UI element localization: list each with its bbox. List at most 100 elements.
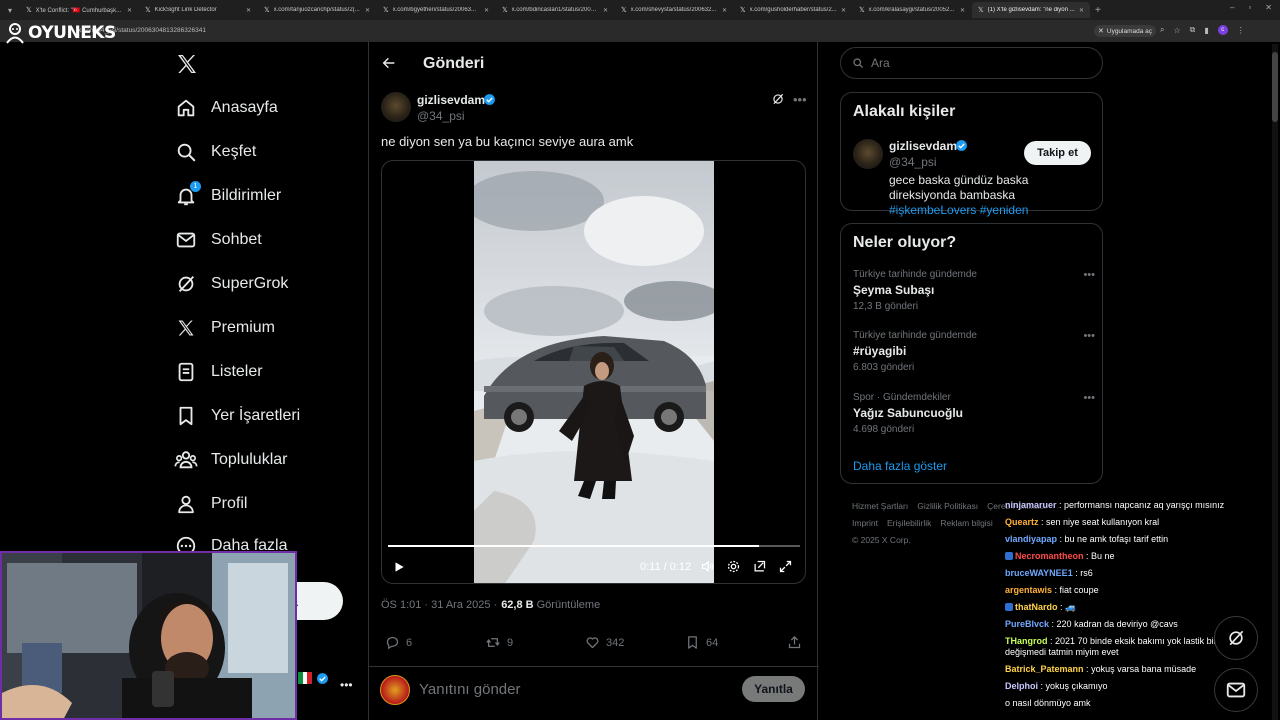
hashtag-link[interactable]: #işkembeLovers [889, 203, 976, 217]
settings-gear-icon[interactable] [726, 559, 741, 579]
trend-item[interactable]: Türkiye tarihinde gündemde #rüyagibi 6.8… [853, 330, 1095, 373]
pip-icon[interactable] [752, 559, 767, 579]
follow-button[interactable]: Takip et [1024, 141, 1091, 165]
tab-close-icon[interactable]: ✕ [1079, 7, 1084, 14]
footer-privacy-link[interactable]: Gizlilik Politikası [917, 501, 978, 511]
browser-tab[interactable]: 𝕏x.com/bgyetheri/status/20063... ✕ [377, 2, 495, 18]
hashtag-link[interactable]: #yeniden [980, 203, 1029, 217]
nav-label-communities: Topluluklar [211, 451, 288, 468]
share-button[interactable] [787, 635, 802, 650]
nav-item-explore[interactable]: Keşfet [174, 134, 354, 170]
footer-ads-link[interactable]: Reklam bilgisi [940, 518, 992, 528]
account-menu-button[interactable]: ••• [340, 678, 353, 692]
tab-close-icon[interactable]: ✕ [365, 7, 370, 14]
related-verified-icon [955, 139, 968, 157]
search-icon [174, 140, 198, 164]
tab-close-icon[interactable]: ✕ [722, 7, 727, 14]
footer-terms-link[interactable]: Hizmet Şartları [852, 501, 908, 511]
reply-submit-button[interactable]: Yanıtla [742, 676, 805, 702]
heart-icon [586, 637, 599, 649]
related-handle[interactable]: @34_psi [889, 155, 937, 169]
tab-close-icon[interactable]: ✕ [603, 7, 608, 14]
nav-item-supergrok[interactable]: SuperGrok [174, 266, 354, 302]
x-logo-icon[interactable] [175, 52, 199, 81]
chat-separator: : [1049, 619, 1057, 629]
trend-more-icon[interactable]: ••• [1083, 392, 1095, 404]
footer-accessibility-link[interactable]: Erişilebilirlik [887, 518, 931, 528]
browser-menu-icon[interactable]: ⋮ [1237, 26, 1245, 35]
trend-item[interactable]: Spor · Gündemdekiler Yağız Sabuncuoğlu 4… [853, 392, 1095, 435]
play-icon[interactable] [392, 560, 406, 579]
post-more-icon[interactable]: ••• [793, 92, 807, 107]
related-name[interactable]: gizlisevdam [889, 139, 957, 153]
page-scrollbar[interactable] [1272, 44, 1278, 720]
extensions-icon[interactable]: ⧉ [1190, 25, 1196, 35]
browser-tab[interactable]: 𝕏x.com/tanjuozcanchp/status/2(... ✕ [258, 2, 376, 18]
trend-more-icon[interactable]: ••• [1083, 330, 1095, 342]
nav-item-communities[interactable]: Topluluklar [174, 442, 354, 478]
new-tab-button[interactable]: + [1095, 5, 1101, 16]
chat-separator: : [1047, 636, 1056, 646]
nav-item-chat[interactable]: Sohbet [174, 222, 354, 258]
fullscreen-icon[interactable] [778, 559, 793, 579]
tab-list-menu-button[interactable]: ▾ [0, 0, 20, 20]
close-window-icon[interactable]: ✕ [1265, 3, 1272, 12]
nav-label-profile: Profil [211, 495, 248, 512]
nav-item-profile[interactable]: Profil [174, 486, 354, 522]
search-input[interactable]: Ara [840, 47, 1103, 79]
grok-floating-button[interactable] [1214, 616, 1258, 660]
show-more-link[interactable]: Daha fazla göster [853, 459, 947, 473]
author-handle[interactable]: @34_psi [417, 109, 465, 123]
trend-more-icon[interactable]: ••• [1083, 269, 1095, 281]
author-name[interactable]: gizlisevdam [417, 93, 485, 107]
video-progress-bar[interactable] [388, 545, 800, 547]
profile-avatar-icon[interactable]: c [1217, 25, 1228, 35]
browser-tab[interactable]: 𝕏 X'te Conflict: "🇹🇷 Cumhurbaşk... ✕ [20, 2, 138, 18]
browser-tab[interactable]: 𝕏x.com/bdincaslan1/status/2006... ✕ [496, 2, 614, 18]
nav-item-home[interactable]: Anasayfa [174, 90, 354, 126]
video-player[interactable]: 0:11/0:12 [381, 160, 806, 584]
tab-close-icon[interactable]: ✕ [960, 7, 965, 14]
maximize-icon[interactable]: ▫ [1248, 3, 1251, 12]
author-avatar[interactable] [381, 92, 411, 122]
tab-close-icon[interactable]: ✕ [484, 7, 489, 14]
post-column: Gönderi gizlisevdam @34_psi ••• ne diyon… [368, 42, 819, 720]
tab-close-icon[interactable]: ✕ [246, 7, 251, 14]
grok-explain-icon[interactable] [771, 92, 785, 111]
volume-icon[interactable] [700, 559, 715, 579]
nav-label-lists: Listeler [211, 363, 263, 380]
grok-icon [174, 272, 198, 296]
nav-label-supergrok: SuperGrok [211, 275, 289, 292]
browser-tab[interactable]: 𝕏x.com/shevysta/status/200632... ✕ [615, 2, 733, 18]
chat-separator: : [1038, 681, 1046, 691]
like-button[interactable]: 342 [585, 635, 624, 650]
scrollbar-thumb[interactable] [1272, 52, 1278, 122]
back-arrow-icon[interactable] [381, 55, 397, 76]
nav-item-lists[interactable]: Listeler [174, 354, 354, 390]
tab-title: x.com/gusholderhaber/status/2... [749, 7, 837, 13]
open-in-app-chip[interactable]: ✕ Uygulamada aç [1094, 25, 1157, 37]
sidebar-toggle-icon[interactable]: ▮ [1204, 26, 1208, 35]
bookmark-button[interactable]: 64 [685, 635, 718, 650]
browser-tab[interactable]: 𝕏x.com/gusholderhaber/status/2... ✕ [734, 2, 852, 18]
related-avatar[interactable] [853, 139, 883, 169]
browser-tab[interactable]: 𝕏x.com/kralasaygi/status/20052... ✕ [853, 2, 971, 18]
browser-tab[interactable]: 𝕏 KickSight Link Detector ✕ [139, 2, 257, 18]
nav-item-premium[interactable]: Premium [174, 310, 354, 346]
zoom-icon[interactable]: ⌕ [1160, 25, 1164, 35]
trend-item[interactable]: Türkiye tarihinde gündemde Şeyma Subaşı … [853, 269, 1095, 312]
minimize-icon[interactable]: – [1230, 3, 1234, 12]
messages-floating-button[interactable] [1214, 668, 1258, 712]
post-timestamp[interactable]: ÖS 1:01 · 31 Ara 2025 · [381, 599, 497, 611]
reply-input[interactable]: Yanıtını gönder [419, 681, 520, 698]
star-bookmark-icon[interactable]: ☆ [1173, 26, 1180, 35]
tab-close-icon[interactable]: ✕ [127, 7, 132, 14]
repost-button[interactable]: 9 [485, 635, 513, 650]
nav-item-bookmarks[interactable]: Yer İşaretleri [174, 398, 354, 434]
footer-imprint-link[interactable]: Imprint [852, 518, 878, 528]
chat-text: 220 kadran da deviriyo @cavs [1056, 619, 1178, 629]
browser-tab-active[interactable]: 𝕏 (1) X'te gizlisevdam: "ne diyon ... ✕ [972, 2, 1090, 18]
nav-item-notifications[interactable]: 1 Bildirimler [174, 178, 354, 214]
reply-button[interactable]: 6 [385, 635, 412, 650]
tab-close-icon[interactable]: ✕ [841, 7, 846, 14]
